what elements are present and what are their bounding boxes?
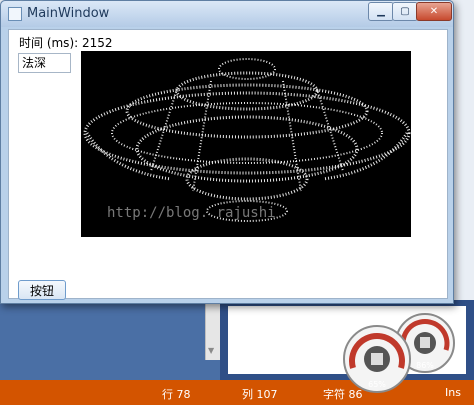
client-area: 时间 (ms): 2152 法深 http://blog. rajushi 按钮 <box>8 29 448 300</box>
scrollbar[interactable]: ▼ <box>205 300 220 360</box>
status-column: 列 107 <box>242 388 278 401</box>
cpu-gauge[interactable]: 65% <box>342 324 412 394</box>
close-button[interactable]: ✕ <box>416 2 452 21</box>
title-bar[interactable]: MainWindow ▁ ▢ ✕ <box>1 1 453 27</box>
window-title: MainWindow <box>27 6 110 21</box>
background-panel <box>0 300 220 380</box>
scroll-down-arrow-icon[interactable]: ▼ <box>208 346 214 355</box>
maximize-button[interactable]: ▢ <box>392 2 418 21</box>
cpu-percent: 65% <box>368 380 386 389</box>
time-label: 时间 (ms): 2152 <box>19 36 113 50</box>
app-window-icon <box>8 7 22 21</box>
depth-input[interactable]: 法深 <box>18 53 71 73</box>
main-window: MainWindow ▁ ▢ ✕ 时间 (ms): 2152 法深 http:/… <box>0 0 454 304</box>
close-icon: ✕ <box>429 6 439 17</box>
action-button[interactable]: 按钮 <box>18 280 66 300</box>
status-line: 行 78 <box>162 388 191 401</box>
minimize-icon: ▁ <box>377 6 385 17</box>
memory-percent: 86% <box>416 361 434 370</box>
maximize-icon: ▢ <box>400 6 410 17</box>
render-canvas[interactable]: http://blog. rajushi <box>81 51 411 237</box>
status-mode: Ins <box>445 386 461 399</box>
watermark-text: http://blog. rajushi <box>107 205 276 221</box>
minimize-button[interactable]: ▁ <box>368 2 394 21</box>
